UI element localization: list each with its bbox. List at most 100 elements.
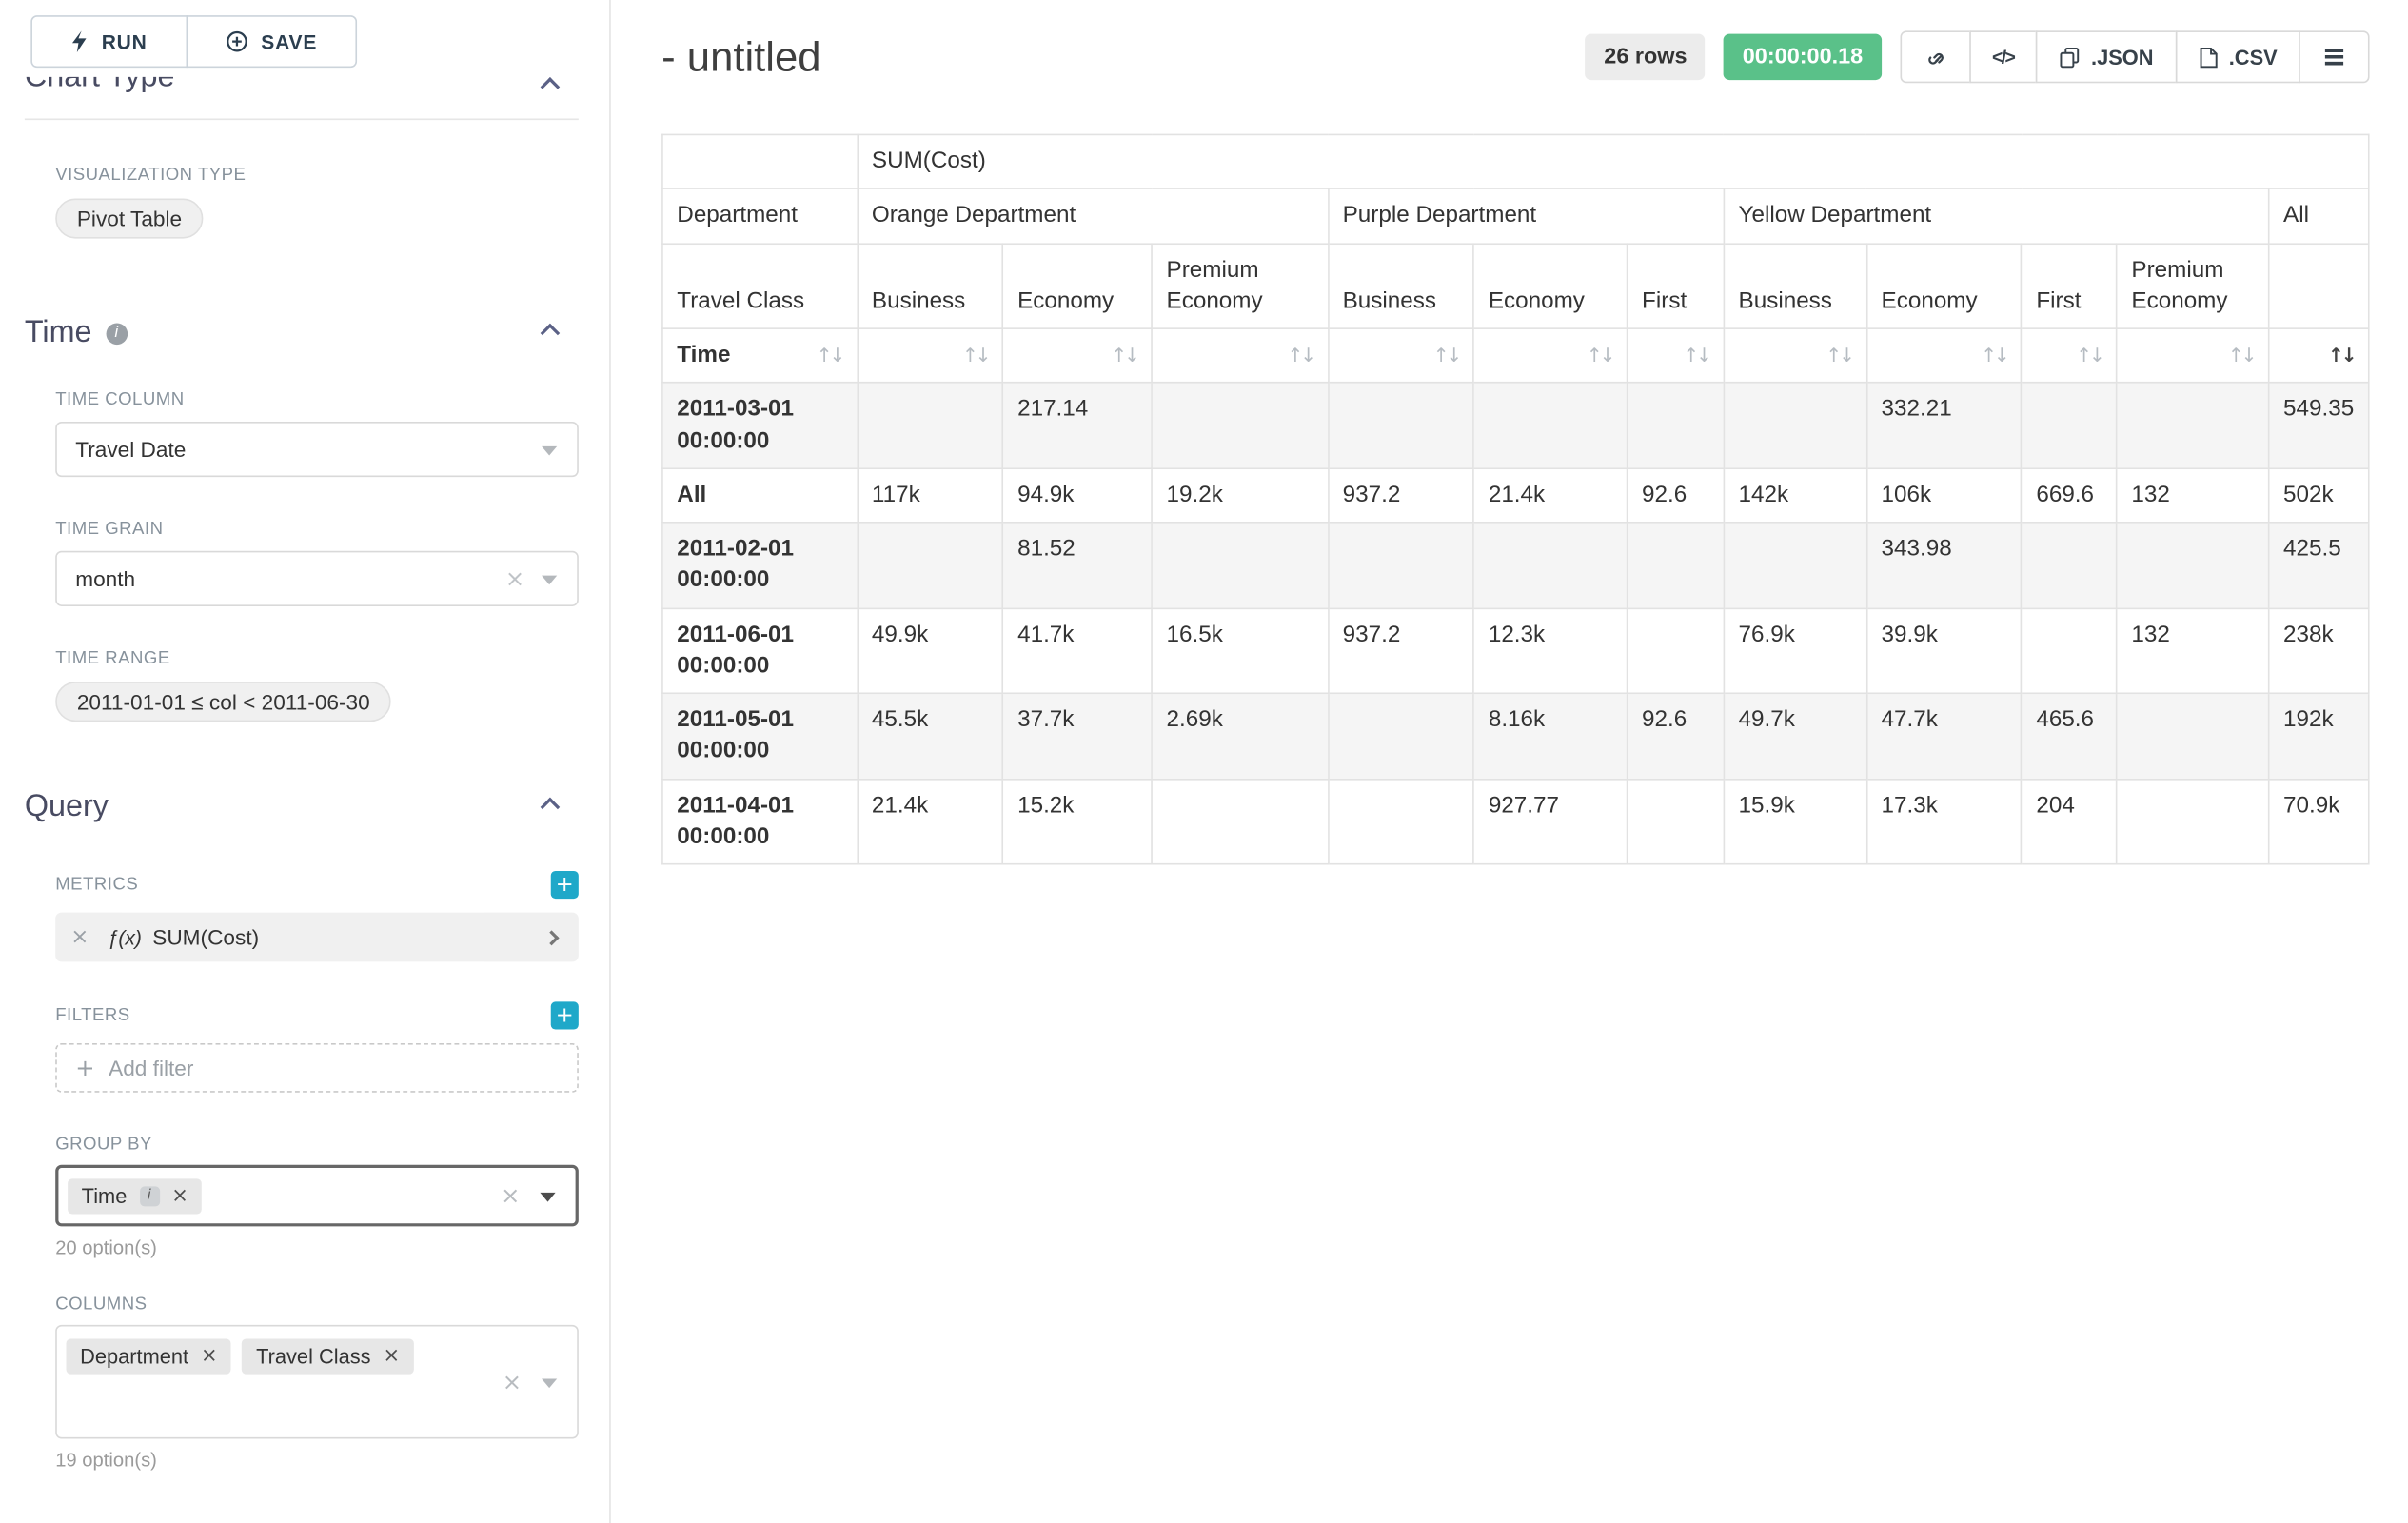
pivot-sort-cell: ↑↓ xyxy=(1328,328,1473,383)
hamburger-menu-icon: ≡ xyxy=(2322,40,2347,74)
pivot-class-header: Premium Economy xyxy=(1152,243,1328,328)
sort-icon[interactable]: ↑↓ xyxy=(1288,343,1313,368)
pivot-value-cell: 37.7k xyxy=(1003,693,1152,779)
run-button[interactable]: RUN xyxy=(30,15,187,68)
time-column-select[interactable]: Travel Date xyxy=(55,422,579,477)
pivot-value-cell: 94.9k xyxy=(1003,468,1152,523)
chevron-up-icon xyxy=(541,798,561,818)
sort-descending-icon[interactable]: ↑↓ xyxy=(2328,343,2354,368)
group-by-chip[interactable]: Time i × xyxy=(68,1178,202,1214)
metrics-label: METRICS xyxy=(55,876,138,894)
pivot-value-cell: 142k xyxy=(1724,468,1866,523)
pivot-value-cell: 465.6 xyxy=(2022,693,2117,779)
pivot-class-header: First xyxy=(1628,243,1724,328)
pivot-value-cell: 332.21 xyxy=(1866,383,2022,468)
add-filter-control[interactable]: + Add filter xyxy=(55,1043,579,1093)
pivot-corner-cell xyxy=(662,134,858,188)
sort-icon[interactable]: ↑↓ xyxy=(962,343,988,368)
file-icon xyxy=(2198,46,2218,69)
add-filter-button[interactable]: + xyxy=(551,1001,579,1029)
pivot-value-cell: 16.5k xyxy=(1152,608,1328,694)
query-section-header[interactable]: Query xyxy=(25,789,579,824)
share-link-button[interactable] xyxy=(1900,30,1970,83)
group-by-select[interactable]: Time i × × xyxy=(55,1165,579,1227)
explore-view: RUN SAVE Chart Type VISUALIZATION TYPE P… xyxy=(0,0,2408,1523)
code-icon: </> xyxy=(1992,46,2014,68)
pivot-sort-cell: ↑↓ xyxy=(2117,328,2269,383)
time-range-value[interactable]: 2011-01-01 ≤ col < 2011-06-30 xyxy=(55,682,391,722)
chart-panel: - untitled 26 rows 00:00:00.18 </> .J xyxy=(611,0,2408,1523)
pivot-value-cell: 21.4k xyxy=(1473,468,1627,523)
pivot-class-header: Business xyxy=(858,243,1003,328)
pivot-class-header xyxy=(2269,243,2369,328)
pivot-value-cell: 132 xyxy=(2117,608,2269,694)
caret-down-icon[interactable] xyxy=(540,1193,555,1202)
clear-icon[interactable]: × xyxy=(503,1368,522,1395)
pivot-metric-header: SUM(Cost) xyxy=(858,134,2369,188)
pivot-value-cell xyxy=(2117,383,2269,468)
columns-options-hint: 19 option(s) xyxy=(55,1450,609,1472)
pivot-value-cell: 92.6 xyxy=(1628,693,1724,779)
columns-label: COLUMNS xyxy=(55,1296,609,1314)
add-metric-button[interactable]: + xyxy=(551,871,579,899)
sort-icon[interactable]: ↑↓ xyxy=(2076,343,2102,368)
pivot-value-cell: 8.16k xyxy=(1473,693,1627,779)
sort-icon[interactable]: ↑↓ xyxy=(1826,343,1851,368)
pivot-value-cell xyxy=(1628,383,1724,468)
pivot-value-cell: 19.2k xyxy=(1152,468,1328,523)
pivot-value-cell: 49.7k xyxy=(1724,693,1866,779)
sort-icon[interactable]: ↑↓ xyxy=(1587,343,1612,368)
view-query-button[interactable]: </> xyxy=(1969,30,2038,83)
remove-chip-icon[interactable]: × xyxy=(383,1345,400,1368)
visualization-type-value[interactable]: Pivot Table xyxy=(55,199,204,239)
sort-icon[interactable]: ↑↓ xyxy=(817,343,842,368)
columns-chip[interactable]: Travel Class × xyxy=(243,1338,414,1374)
pivot-value-cell xyxy=(1628,608,1724,694)
clear-icon[interactable]: × xyxy=(505,564,524,592)
group-by-options-hint: 20 option(s) xyxy=(55,1237,609,1259)
pivot-value-cell xyxy=(1724,383,1866,468)
divider xyxy=(25,118,579,120)
time-grain-select[interactable]: month × xyxy=(55,551,579,606)
time-section-header[interactable]: Time i xyxy=(25,315,579,350)
save-label: SAVE xyxy=(261,30,317,53)
caret-down-icon[interactable] xyxy=(542,1378,557,1388)
pivot-sort-cell: ↑↓ xyxy=(1473,328,1627,383)
pivot-row: 2011-03-01 00:00:00 217.14 332.21 549.35 xyxy=(662,383,2369,468)
columns-chip[interactable]: Department × xyxy=(67,1338,232,1374)
sort-icon[interactable]: ↑↓ xyxy=(1981,343,2006,368)
save-button[interactable]: SAVE xyxy=(186,15,357,68)
export-csv-button[interactable]: .CSV xyxy=(2175,30,2300,83)
pivot-class-header: Economy xyxy=(1003,243,1152,328)
columns-select[interactable]: Department × Travel Class × × xyxy=(55,1325,579,1439)
pivot-sort-cell: ↑↓ xyxy=(1003,328,1152,383)
remove-chip-icon[interactable]: × xyxy=(171,1184,188,1207)
remove-metric-icon[interactable]: × xyxy=(70,925,89,950)
remove-chip-icon[interactable]: × xyxy=(201,1345,218,1368)
menu-button[interactable]: ≡ xyxy=(2299,30,2369,83)
chip-label: Time xyxy=(82,1184,128,1207)
time-range-label: TIME RANGE xyxy=(55,649,609,667)
export-json-button[interactable]: .JSON xyxy=(2036,30,2177,83)
pivot-value-cell: 502k xyxy=(2269,468,2369,523)
run-label: RUN xyxy=(102,30,148,53)
pivot-department-label: Department xyxy=(662,188,858,243)
pivot-value-cell: 15.9k xyxy=(1724,779,1866,864)
sort-icon[interactable]: ↑↓ xyxy=(2228,343,2254,368)
pivot-value-cell xyxy=(1152,523,1328,608)
chart-type-section-header[interactable]: Chart Type xyxy=(25,77,579,100)
sort-icon[interactable]: ↑↓ xyxy=(1433,343,1459,368)
pivot-class-header: Business xyxy=(1724,243,1866,328)
clear-icon[interactable]: × xyxy=(501,1182,520,1210)
pivot-value-cell: 21.4k xyxy=(858,779,1003,864)
pivot-value-cell: 47.7k xyxy=(1866,693,2022,779)
pivot-travel-class-label: Travel Class xyxy=(662,243,858,328)
pivot-value-cell xyxy=(1328,383,1473,468)
pivot-row-label: 2011-02-01 00:00:00 xyxy=(662,523,858,608)
time-column-label: TIME COLUMN xyxy=(55,391,609,409)
sort-icon[interactable]: ↑↓ xyxy=(1683,343,1708,368)
add-filter-placeholder: Add filter xyxy=(109,1056,193,1080)
sort-icon[interactable]: ↑↓ xyxy=(1111,343,1136,368)
metric-chip[interactable]: × ƒ(x) SUM(Cost) xyxy=(55,913,579,962)
pivot-group-header: Yellow Department xyxy=(1724,188,2269,243)
